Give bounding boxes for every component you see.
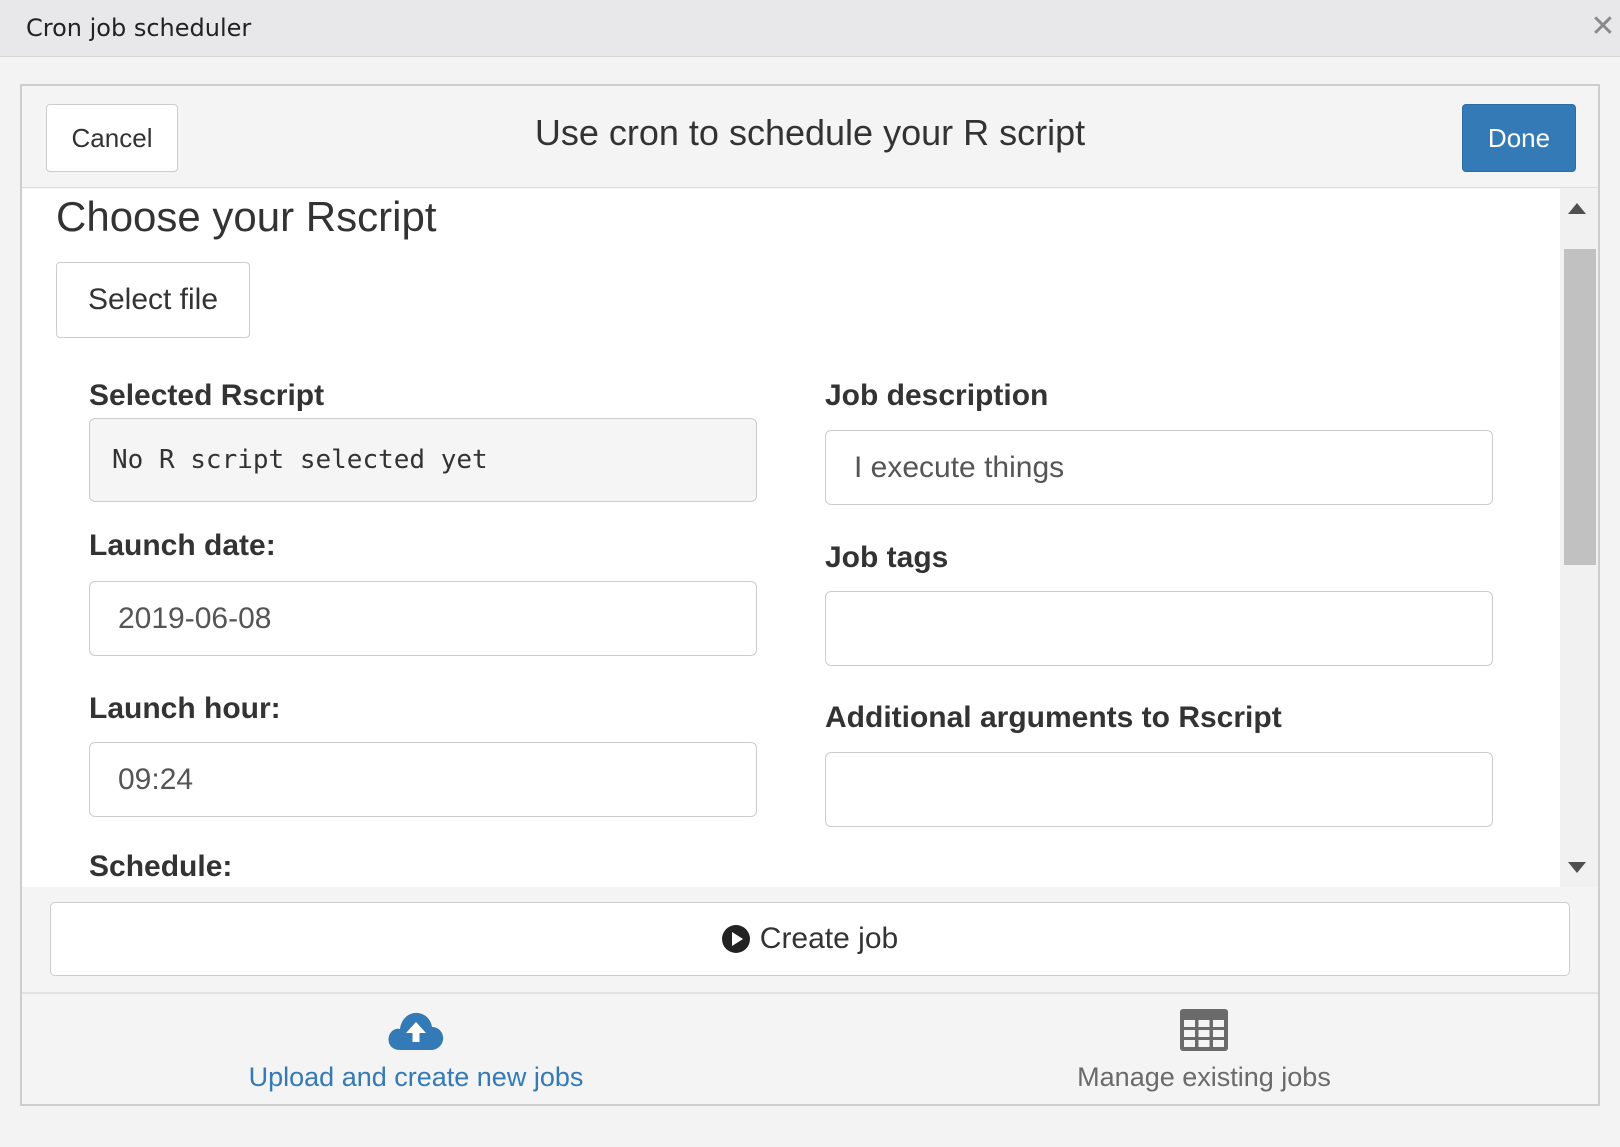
close-icon[interactable]: ✕ [1586, 10, 1620, 44]
selected-rscript-output: No R script selected yet [89, 418, 757, 502]
launch-date-input[interactable]: 2019-06-08 [89, 581, 757, 656]
schedule-label: Schedule: [89, 850, 233, 883]
selected-rscript-label: Selected Rscript [89, 379, 325, 412]
gadget-frame: Cancel Use cron to schedule your R scrip… [20, 84, 1600, 1106]
table-icon [1180, 1009, 1228, 1051]
scroll-down-arrow-icon[interactable] [1568, 862, 1586, 873]
bottom-tab-bar: Upload and create new jobs Manage existi… [22, 992, 1598, 1104]
cloud-upload-icon [388, 1012, 444, 1050]
content-scrollbar[interactable] [1560, 189, 1598, 887]
tab-manage-jobs[interactable]: Manage existing jobs [810, 994, 1598, 1106]
scroll-up-arrow-icon[interactable] [1568, 203, 1586, 214]
job-tags-input[interactable] [825, 591, 1493, 666]
additional-arguments-input[interactable] [825, 752, 1493, 827]
gadget-title: Use cron to schedule your R script [534, 112, 1086, 153]
job-description-label: Job description [825, 379, 1049, 412]
play-circle-icon [721, 925, 750, 953]
scrollbar-thumb[interactable] [1564, 249, 1596, 565]
launch-hour-label: Launch hour: [89, 692, 281, 725]
additional-arguments-label: Additional arguments to Rscript [825, 701, 1282, 734]
window-titlebar: Cron job scheduler ✕ [0, 0, 1620, 57]
launch-date-label: Launch date: [89, 529, 276, 562]
tab-upload-create[interactable]: Upload and create new jobs [22, 994, 810, 1106]
content-scroll-area[interactable]: Choose your Rscript Select file Selected… [22, 189, 1560, 887]
done-button[interactable]: Done [1462, 104, 1576, 172]
create-job-button[interactable]: Create job [50, 902, 1570, 976]
job-description-input[interactable]: I execute things [825, 430, 1493, 505]
tab-manage-jobs-label: Manage existing jobs [1077, 1062, 1331, 1092]
section-title: Choose your Rscript [56, 193, 437, 240]
job-tags-label: Job tags [825, 541, 949, 574]
tab-upload-create-label: Upload and create new jobs [248, 1062, 584, 1092]
create-job-label: Create job [759, 922, 899, 955]
select-file-button[interactable]: Select file [56, 262, 250, 338]
launch-hour-input[interactable]: 09:24 [89, 742, 757, 817]
gadget-header: Cancel Use cron to schedule your R scrip… [22, 86, 1598, 188]
window-title: Cron job scheduler [26, 14, 252, 42]
